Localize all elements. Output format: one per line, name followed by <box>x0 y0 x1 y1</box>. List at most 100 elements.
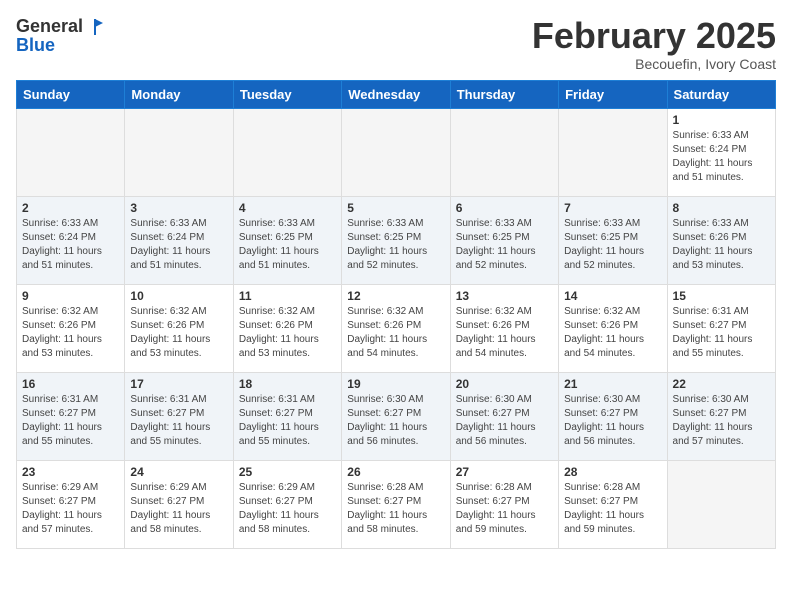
day-info: Sunrise: 6:29 AM Sunset: 6:27 PM Dayligh… <box>130 481 227 537</box>
calendar-cell: 12Sunrise: 6:32 AM Sunset: 6:26 PM Dayli… <box>342 284 450 372</box>
day-info: Sunrise: 6:32 AM Sunset: 6:26 PM Dayligh… <box>564 305 661 361</box>
day-number: 2 <box>22 201 119 215</box>
day-number: 28 <box>564 465 661 479</box>
day-number: 20 <box>456 377 553 391</box>
calendar-cell: 10Sunrise: 6:32 AM Sunset: 6:26 PM Dayli… <box>125 284 233 372</box>
day-info: Sunrise: 6:33 AM Sunset: 6:24 PM Dayligh… <box>22 217 119 273</box>
day-info: Sunrise: 6:33 AM Sunset: 6:25 PM Dayligh… <box>456 217 553 273</box>
page-header: General Blue February 2025 Becouefin, Iv… <box>16 16 776 72</box>
day-number: 5 <box>347 201 444 215</box>
calendar-cell: 9 Sunrise: 6:32 AM Sunset: 6:26 PM Daylig… <box>17 284 125 372</box>
calendar-cell: 26Sunrise: 6:28 AM Sunset: 6:27 PM Dayli… <box>342 460 450 548</box>
day-header-friday: Friday <box>559 80 667 108</box>
day-number: 13 <box>456 289 553 303</box>
calendar-cell: 7Sunrise: 6:33 AM Sunset: 6:25 PM Daylig… <box>559 196 667 284</box>
day-number: 23 <box>22 465 119 479</box>
logo: General Blue <box>16 16 105 56</box>
day-number: 24 <box>130 465 227 479</box>
calendar-cell: 3 Sunrise: 6:33 AM Sunset: 6:24 PM Daylig… <box>125 196 233 284</box>
calendar-cell: 1 Sunrise: 6:33 AM Sunset: 6:24 PM Daylig… <box>667 108 775 196</box>
title-area: February 2025 Becouefin, Ivory Coast <box>532 16 776 72</box>
day-info: Sunrise: 6:29 AM Sunset: 6:27 PM Dayligh… <box>22 481 119 537</box>
day-info: Sunrise: 6:33 AM Sunset: 6:25 PM Dayligh… <box>239 217 336 273</box>
day-number: 4 <box>239 201 336 215</box>
calendar-cell: 22 Sunrise: 6:30 AM Sunset: 6:27 PM Dayli… <box>667 372 775 460</box>
calendar-cell <box>125 108 233 196</box>
calendar-cell: 23 Sunrise: 6:29 AM Sunset: 6:27 PM Dayli… <box>17 460 125 548</box>
day-info: Sunrise: 6:31 AM Sunset: 6:27 PM Dayligh… <box>130 393 227 449</box>
calendar-week-4: 16 Sunrise: 6:31 AM Sunset: 6:27 PM Dayli… <box>17 372 776 460</box>
calendar-cell: 21 Sunrise: 6:30 AM Sunset: 6:27 PM Dayli… <box>559 372 667 460</box>
calendar-cell: 2 Sunrise: 6:33 AM Sunset: 6:24 PM Daylig… <box>17 196 125 284</box>
day-header-saturday: Saturday <box>667 80 775 108</box>
day-number: 16 <box>22 377 119 391</box>
calendar-cell: 18Sunrise: 6:31 AM Sunset: 6:27 PM Dayli… <box>233 372 341 460</box>
day-info: Sunrise: 6:30 AM Sunset: 6:27 PM Dayligh… <box>347 393 444 449</box>
day-number: 14 <box>564 289 661 303</box>
day-number: 10 <box>130 289 227 303</box>
day-header-monday: Monday <box>125 80 233 108</box>
day-info: Sunrise: 6:31 AM Sunset: 6:27 PM Dayligh… <box>239 393 336 449</box>
day-number: 1 <box>673 113 770 127</box>
day-info: Sunrise: 6:29 AM Sunset: 6:27 PM Dayligh… <box>239 481 336 537</box>
day-number: 9 <box>22 289 119 303</box>
day-number: 22 <box>673 377 770 391</box>
day-info: Sunrise: 6:33 AM Sunset: 6:25 PM Dayligh… <box>564 217 661 273</box>
month-title: February 2025 <box>532 16 776 56</box>
day-info: Sunrise: 6:31 AM Sunset: 6:27 PM Dayligh… <box>22 393 119 449</box>
calendar-cell: 19 Sunrise: 6:30 AM Sunset: 6:27 PM Dayli… <box>342 372 450 460</box>
logo-blue: Blue <box>16 35 105 56</box>
calendar-cell: 25 Sunrise: 6:29 AM Sunset: 6:27 PM Dayli… <box>233 460 341 548</box>
calendar-cell: 28 Sunrise: 6:28 AM Sunset: 6:27 PM Dayli… <box>559 460 667 548</box>
day-info: Sunrise: 6:30 AM Sunset: 6:27 PM Dayligh… <box>564 393 661 449</box>
day-info: Sunrise: 6:30 AM Sunset: 6:27 PM Dayligh… <box>673 393 770 449</box>
day-info: Sunrise: 6:33 AM Sunset: 6:26 PM Dayligh… <box>673 217 770 273</box>
calendar-cell: 6 Sunrise: 6:33 AM Sunset: 6:25 PM Daylig… <box>450 196 558 284</box>
calendar-week-3: 9 Sunrise: 6:32 AM Sunset: 6:26 PM Daylig… <box>17 284 776 372</box>
day-info: Sunrise: 6:28 AM Sunset: 6:27 PM Dayligh… <box>456 481 553 537</box>
calendar-week-2: 2 Sunrise: 6:33 AM Sunset: 6:24 PM Daylig… <box>17 196 776 284</box>
calendar-cell: 15Sunrise: 6:31 AM Sunset: 6:27 PM Dayli… <box>667 284 775 372</box>
day-info: Sunrise: 6:28 AM Sunset: 6:27 PM Dayligh… <box>347 481 444 537</box>
calendar-cell: 27 Sunrise: 6:28 AM Sunset: 6:27 PM Dayli… <box>450 460 558 548</box>
day-header-wednesday: Wednesday <box>342 80 450 108</box>
calendar-cell: 11Sunrise: 6:32 AM Sunset: 6:26 PM Dayli… <box>233 284 341 372</box>
logo-flag-icon <box>85 17 105 37</box>
day-number: 27 <box>456 465 553 479</box>
location-subtitle: Becouefin, Ivory Coast <box>532 56 776 72</box>
calendar-cell <box>342 108 450 196</box>
day-number: 11 <box>239 289 336 303</box>
day-info: Sunrise: 6:33 AM Sunset: 6:24 PM Dayligh… <box>130 217 227 273</box>
day-number: 15 <box>673 289 770 303</box>
calendar-cell: 5 Sunrise: 6:33 AM Sunset: 6:25 PM Daylig… <box>342 196 450 284</box>
day-info: Sunrise: 6:28 AM Sunset: 6:27 PM Dayligh… <box>564 481 661 537</box>
day-number: 6 <box>456 201 553 215</box>
day-info: Sunrise: 6:30 AM Sunset: 6:27 PM Dayligh… <box>456 393 553 449</box>
calendar-week-1: 1 Sunrise: 6:33 AM Sunset: 6:24 PM Daylig… <box>17 108 776 196</box>
calendar-cell: 14 Sunrise: 6:32 AM Sunset: 6:26 PM Dayli… <box>559 284 667 372</box>
day-header-thursday: Thursday <box>450 80 558 108</box>
day-info: Sunrise: 6:33 AM Sunset: 6:25 PM Dayligh… <box>347 217 444 273</box>
day-info: Sunrise: 6:32 AM Sunset: 6:26 PM Dayligh… <box>456 305 553 361</box>
calendar-cell: 20 Sunrise: 6:30 AM Sunset: 6:27 PM Dayli… <box>450 372 558 460</box>
day-number: 25 <box>239 465 336 479</box>
day-header-sunday: Sunday <box>17 80 125 108</box>
day-info: Sunrise: 6:32 AM Sunset: 6:26 PM Dayligh… <box>22 305 119 361</box>
day-number: 3 <box>130 201 227 215</box>
calendar-cell: 4 Sunrise: 6:33 AM Sunset: 6:25 PM Daylig… <box>233 196 341 284</box>
calendar-header-row: SundayMondayTuesdayWednesdayThursdayFrid… <box>17 80 776 108</box>
calendar-cell: 24 Sunrise: 6:29 AM Sunset: 6:27 PM Dayli… <box>125 460 233 548</box>
calendar-cell <box>17 108 125 196</box>
calendar-cell: 17 Sunrise: 6:31 AM Sunset: 6:27 PM Dayli… <box>125 372 233 460</box>
calendar-cell <box>450 108 558 196</box>
day-number: 17 <box>130 377 227 391</box>
day-info: Sunrise: 6:33 AM Sunset: 6:24 PM Dayligh… <box>673 129 770 185</box>
calendar-table: SundayMondayTuesdayWednesdayThursdayFrid… <box>16 80 776 549</box>
calendar-cell <box>667 460 775 548</box>
calendar-cell <box>559 108 667 196</box>
calendar-week-5: 23 Sunrise: 6:29 AM Sunset: 6:27 PM Dayli… <box>17 460 776 548</box>
day-number: 8 <box>673 201 770 215</box>
day-number: 19 <box>347 377 444 391</box>
day-number: 21 <box>564 377 661 391</box>
day-header-tuesday: Tuesday <box>233 80 341 108</box>
